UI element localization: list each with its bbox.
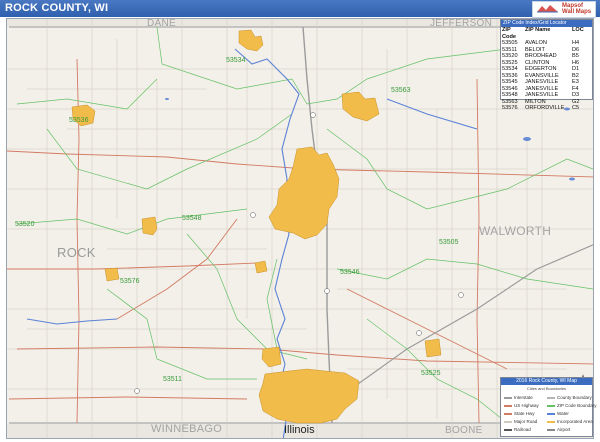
logo-mark-icon	[536, 4, 560, 14]
legend-label: US Highway	[514, 403, 539, 408]
legend-label: Interstate	[514, 395, 533, 400]
logo-text: Mapsof Wall Maps	[562, 3, 591, 15]
legend-swatch	[547, 396, 555, 399]
zip-label-53525: 53525	[421, 370, 441, 377]
zip-index-header: ZIP Code Index/Grid Locator	[501, 20, 592, 27]
neighbor-county-walworth: WALWORTH	[479, 224, 552, 238]
legend-label: Incorporated Area	[557, 419, 593, 424]
zip-index-row: 53576 ORFORDVILLE C5	[501, 105, 592, 112]
neighbor-county-dane: DANE	[147, 18, 176, 29]
zip-index-rows: 53505 AVALON H4 53511 BELOIT D6 53520 BRODHEAD B…	[501, 40, 592, 112]
legend-swatch	[547, 404, 555, 407]
urban-janesville	[268, 146, 340, 240]
zip-label-53520: 53520	[15, 221, 35, 228]
legend-item: Water	[547, 411, 569, 416]
interstate-i43	[336, 244, 593, 400]
urban-orfordville	[104, 267, 120, 282]
legend-swatch	[504, 396, 512, 399]
water-features	[26, 48, 478, 438]
legend-swatch	[504, 412, 512, 415]
sugar-river	[26, 318, 118, 325]
zip-label-53511: 53511	[163, 376, 182, 383]
zip-label-53546: 53546	[340, 269, 360, 276]
legend-label: County Boundary	[557, 395, 592, 400]
neighbor-county-winnebago: WINNEBAGO	[151, 423, 223, 435]
map-window: ROCK COUNTY, WI Mapsof Wall Maps DANE JE…	[0, 0, 600, 442]
title-bar: ROCK COUNTY, WI Mapsof Wall Maps	[0, 0, 600, 18]
column-loc: LOC	[572, 27, 584, 33]
zip-code-index-table: ZIP Code Index/Grid Locator ZIP Code ZIP…	[500, 19, 593, 111]
map-title: ROCK COUNTY, WI	[5, 2, 109, 14]
publisher-logo[interactable]: Mapsof Wall Maps	[532, 1, 596, 18]
legend-swatch	[547, 428, 555, 431]
column-zip-name: ZIP Name	[525, 27, 551, 33]
zip-loc-cell: C5	[572, 105, 580, 111]
zip-name-cell: ORFORDVILLE	[525, 105, 565, 111]
legend-item: Major Road	[504, 419, 537, 424]
legend-label: Water	[557, 411, 569, 416]
zip-label-53563: 53563	[391, 87, 411, 94]
legend-swatch	[547, 420, 555, 423]
zip-label-53534: 53534	[226, 57, 246, 64]
legend-item: Railroad	[504, 427, 531, 432]
legend-swatch	[504, 428, 512, 431]
map-legend: 2016 Rock County, WI Map Cities and Boun…	[500, 377, 596, 437]
urban-clinton	[424, 338, 442, 358]
zip-index-columns: ZIP Code ZIP Name LOC	[501, 27, 592, 40]
neighbor-county-boone: BOONE	[445, 425, 483, 436]
logo-text-bottom: Wall Maps	[562, 9, 592, 15]
legend-subtitle: Cities and Boundaries	[526, 386, 567, 391]
legend-title: 2016 Rock County, WI Map	[501, 378, 592, 385]
legend-swatch	[547, 412, 555, 415]
urban-brodhead	[141, 216, 158, 236]
zip-label-53536: 53536	[69, 117, 89, 124]
column-zip-code: ZIP Code	[502, 27, 516, 40]
major-roads	[7, 58, 593, 424]
county-label-rock: ROCK	[57, 245, 96, 260]
neighbor-county-jefferson: JEFFERSON	[430, 18, 493, 29]
urban-edgerton	[238, 29, 264, 52]
urban-footville	[254, 260, 268, 274]
legend-label: State Hwy	[514, 411, 535, 416]
legend-label: ZIP Code Boundary	[557, 403, 597, 408]
legend-item: Interstate	[504, 395, 533, 400]
legend-item: County Boundary	[547, 395, 592, 400]
state-label-illinois: Illinois	[284, 424, 315, 436]
legend-label: Railroad	[514, 427, 531, 432]
legend-item: Incorporated Area	[547, 419, 593, 424]
urban-milton	[341, 91, 380, 122]
legend-item: ZIP Code Boundary	[547, 403, 596, 408]
zip-label-53505: 53505	[439, 239, 459, 246]
legend-label: Airport	[557, 427, 571, 432]
urban-beloit-north	[261, 346, 282, 368]
legend-item: US Highway	[504, 403, 539, 408]
legend-swatch	[504, 404, 512, 407]
zip-code-cell: 53576	[502, 105, 518, 111]
legend-item: State Hwy	[504, 411, 535, 416]
legend-item: Airport	[547, 427, 570, 432]
urban-beloit	[258, 368, 360, 424]
zip-label-53576: 53576	[120, 278, 140, 285]
legend-label: Major Road	[514, 419, 538, 424]
zip-label-53548: 53548	[182, 215, 202, 222]
legend-swatch	[504, 420, 512, 423]
